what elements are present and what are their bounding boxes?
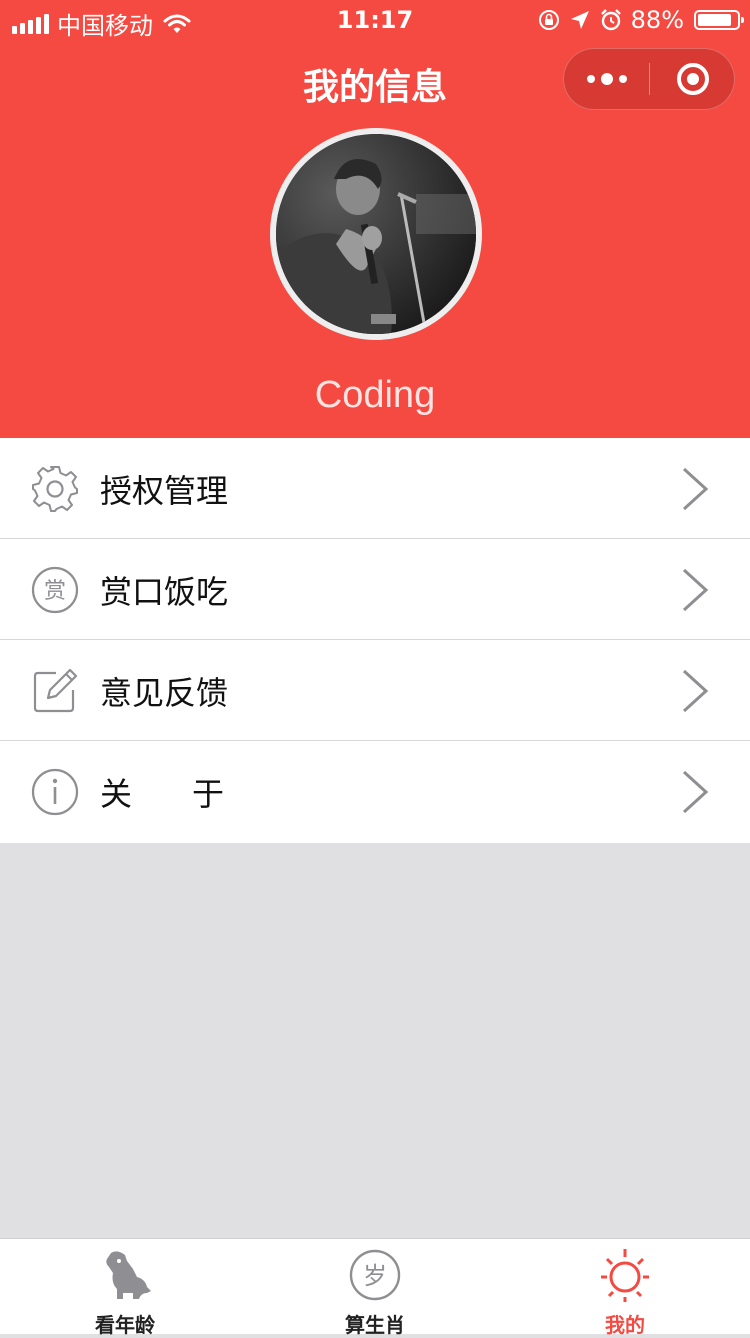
menu-item-label: 关于 xyxy=(100,775,285,813)
reward-icon-text: 赏 xyxy=(44,579,66,604)
profile-header: 中国移动 11:17 88% 我的信息 Coding xyxy=(0,0,750,438)
alarm-icon xyxy=(600,9,621,31)
close-button[interactable] xyxy=(650,49,736,109)
tab-mine[interactable]: 我的 xyxy=(500,1239,750,1337)
chevron-right-icon xyxy=(682,467,709,511)
menu-item-label: 意见反馈 xyxy=(100,674,229,712)
status-bar: 中国移动 11:17 88% xyxy=(0,0,750,40)
more-button[interactable] xyxy=(564,49,650,109)
sun-icon xyxy=(601,1249,649,1302)
reward-icon: 赏 xyxy=(31,566,79,614)
settings-menu: 授权管理 赏 赏口饭吃 意见反馈 关于 xyxy=(0,438,750,843)
username: Coding xyxy=(314,374,436,416)
age-icon-text: 岁 xyxy=(363,1262,387,1290)
menu-item-about[interactable]: 关于 xyxy=(0,741,750,843)
info-icon xyxy=(31,768,79,816)
rotation-lock-icon xyxy=(538,10,559,30)
menu-item-feedback[interactable]: 意见反馈 xyxy=(0,640,750,741)
tab-zodiac[interactable]: 岁 算生肖 xyxy=(250,1239,500,1337)
mini-program-capsule xyxy=(563,48,735,110)
avatar[interactable] xyxy=(270,128,482,340)
menu-item-label: 授权管理 xyxy=(100,472,229,510)
battery-icon xyxy=(694,10,744,30)
chevron-right-icon xyxy=(682,669,709,713)
chevron-right-icon xyxy=(682,770,709,814)
target-circle-icon xyxy=(677,63,709,95)
location-icon xyxy=(570,11,589,29)
gear-icon xyxy=(32,466,78,512)
edit-icon xyxy=(33,668,78,713)
dog-icon xyxy=(106,1251,151,1299)
tab-age[interactable]: 看年龄 xyxy=(0,1239,250,1337)
tab-bar: 看年龄 岁 算生肖 我的 xyxy=(0,1238,750,1337)
menu-item-authorization[interactable]: 授权管理 xyxy=(0,438,750,539)
menu-item-reward[interactable]: 赏 赏口饭吃 xyxy=(0,539,750,640)
chevron-right-icon xyxy=(682,568,709,612)
avatar-photo xyxy=(276,134,476,334)
menu-item-label: 赏口饭吃 xyxy=(100,573,229,611)
age-icon: 岁 xyxy=(349,1249,401,1301)
battery-percent: 88% xyxy=(630,6,684,34)
